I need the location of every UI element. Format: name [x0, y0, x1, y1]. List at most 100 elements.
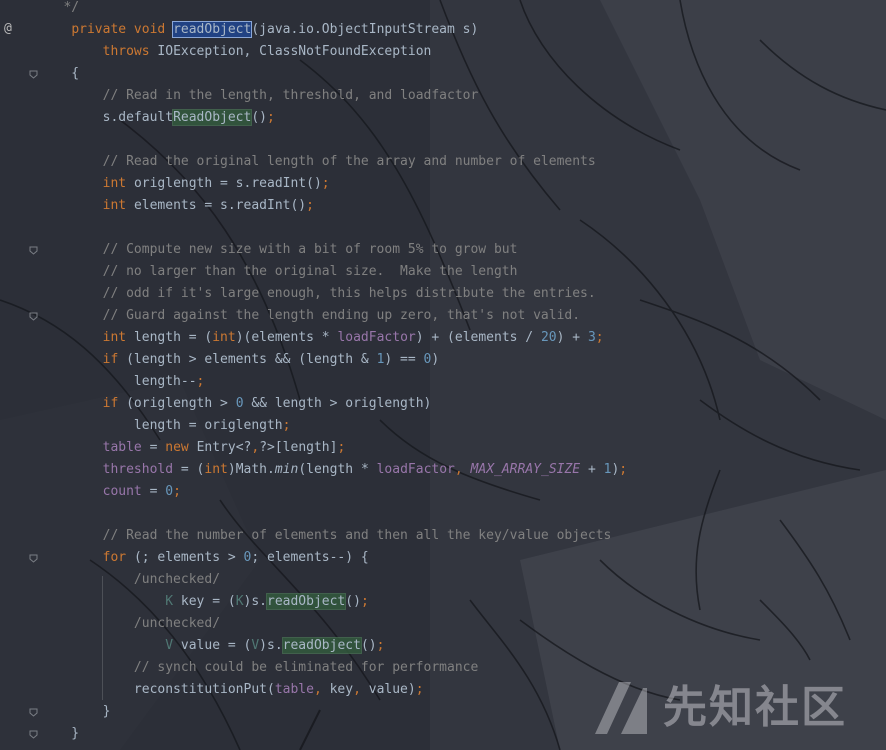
code-line[interactable]: /unchecked/ — [40, 569, 220, 591]
code-token: MAX_ARRAY_SIZE — [470, 462, 581, 477]
code-token: ; — [595, 330, 604, 345]
code-token: ; — [376, 638, 385, 653]
code-line[interactable]: } — [40, 701, 111, 723]
code-line[interactable]: // Read the number of elements and then … — [40, 525, 612, 547]
code-token: /unchecked/ — [133, 616, 221, 631]
code-line[interactable]: V value = (V)s.readObject(); — [40, 635, 384, 657]
code-token: ; — [267, 110, 275, 125]
code-line[interactable]: int length = (int)(elements * loadFactor… — [40, 327, 604, 349]
code-token: IOException, ClassNotFoundException — [157, 44, 432, 59]
code-token: value) — [368, 682, 416, 697]
code-token: */ — [40, 0, 80, 15]
code-line[interactable]: length--; — [40, 371, 204, 393]
code-line[interactable]: length = origlength; — [40, 415, 291, 437]
code-line[interactable]: if (length > elements && (length & 1) ==… — [40, 349, 440, 371]
code-line[interactable]: { — [40, 63, 79, 85]
code-token: )s. — [259, 638, 283, 653]
code-line[interactable]: // synch could be eliminated for perform… — [40, 657, 478, 679]
code-token: V — [165, 638, 174, 653]
code-line[interactable]: } — [40, 723, 79, 745]
code-line[interactable]: // Guard against the length ending up ze… — [40, 305, 580, 327]
code-token: ; elements--) { — [251, 550, 369, 565]
code-token: ; — [306, 198, 314, 213]
code-token: for — [102, 550, 134, 565]
code-line[interactable]: count = 0; — [40, 481, 181, 503]
code-token: if — [102, 352, 127, 367]
code-token: (length > elements && (length & — [126, 352, 377, 367]
code-line[interactable]: // no larger than the original size. Mak… — [40, 261, 518, 283]
code-editor[interactable]: */ private void readObject(java.io.Objec… — [0, 0, 886, 750]
code-token: } — [40, 726, 80, 741]
code-token: new — [165, 440, 197, 455]
code-token: count — [102, 484, 142, 499]
code-token: ; — [321, 176, 330, 191]
code-token: , — [251, 440, 260, 455]
code-token: elements = s.readInt() — [133, 198, 307, 213]
code-line[interactable]: // Read the original length of the array… — [40, 151, 596, 173]
code-line[interactable]: if (origlength > 0 && length > origlengt… — [40, 393, 432, 415]
code-token: ) + (elements / — [415, 330, 541, 345]
code-line[interactable]: K key = (K)s.readObject(); — [40, 591, 369, 613]
code-token: value = ( — [173, 638, 252, 653]
code-token: // Read the original length of the array… — [102, 154, 596, 169]
code-line[interactable]: int elements = s.readInt(); — [40, 195, 314, 217]
code-token: /unchecked/ — [133, 572, 221, 587]
code-token: ?>[length] — [259, 440, 338, 455]
code-token: ; — [173, 484, 181, 499]
code-line[interactable]: throws IOException, ClassNotFoundExcepti… — [40, 41, 432, 63]
code-token: )Math. — [227, 462, 275, 477]
code-token: ; — [282, 418, 291, 433]
code-line[interactable]: // odd if it's large enough, this helps … — [40, 283, 596, 305]
code-token: ReadObject — [172, 109, 253, 126]
code-token: key = ( — [173, 594, 236, 609]
code-token: = ( — [173, 462, 205, 477]
code-line[interactable]: int origlength = s.readInt(); — [40, 173, 330, 195]
code-token: length-- — [40, 374, 197, 389]
code-token: 0 — [165, 484, 174, 499]
code-token: (origlength > — [126, 396, 236, 411]
code-token: = — [141, 484, 166, 499]
code-token: 20 — [540, 330, 557, 345]
code-line[interactable]: /unchecked/ — [40, 613, 220, 635]
code-token: int — [212, 330, 236, 345]
code-line[interactable]: for (; elements > 0; elements--) { — [40, 547, 369, 569]
code-token: Entry<? — [196, 440, 252, 455]
code-line[interactable]: */ — [40, 0, 79, 19]
code-token: )s. — [243, 594, 267, 609]
code-token: K — [165, 594, 174, 609]
code-token: = — [141, 440, 166, 455]
code-token: )(elements * — [235, 330, 338, 345]
code-token: ; — [619, 462, 628, 477]
code-line[interactable]: // Read in the length, threshold, and lo… — [40, 85, 479, 107]
code-token: int — [102, 198, 134, 213]
code-token: min — [274, 462, 299, 477]
code-line[interactable]: private void readObject(java.io.ObjectIn… — [40, 19, 478, 41]
code-token: { — [40, 66, 80, 81]
code-token: // odd if it's large enough, this helps … — [102, 286, 596, 301]
code-token: // no larger than the original size. Mak… — [102, 264, 518, 279]
code-line[interactable]: threshold = (int)Math.min(length * loadF… — [40, 459, 627, 481]
code-line[interactable]: table = new Entry<?,?>[length]; — [40, 437, 346, 459]
code-line[interactable]: s.defaultReadObject(); — [40, 107, 275, 129]
code-line[interactable]: // Compute new size with a bit of room 5… — [40, 239, 518, 261]
code-line[interactable]: reconstitutionPut(table, key, value); — [40, 679, 424, 701]
code-token: origlength = s.readInt() — [133, 176, 322, 191]
code-token: && length > origlength) — [251, 396, 432, 411]
code-token: threshold — [102, 462, 174, 477]
code-token: s.default — [40, 110, 174, 125]
code-token: , — [454, 462, 471, 477]
code-token: length = ( — [133, 330, 213, 345]
code-token: ; — [196, 374, 205, 389]
